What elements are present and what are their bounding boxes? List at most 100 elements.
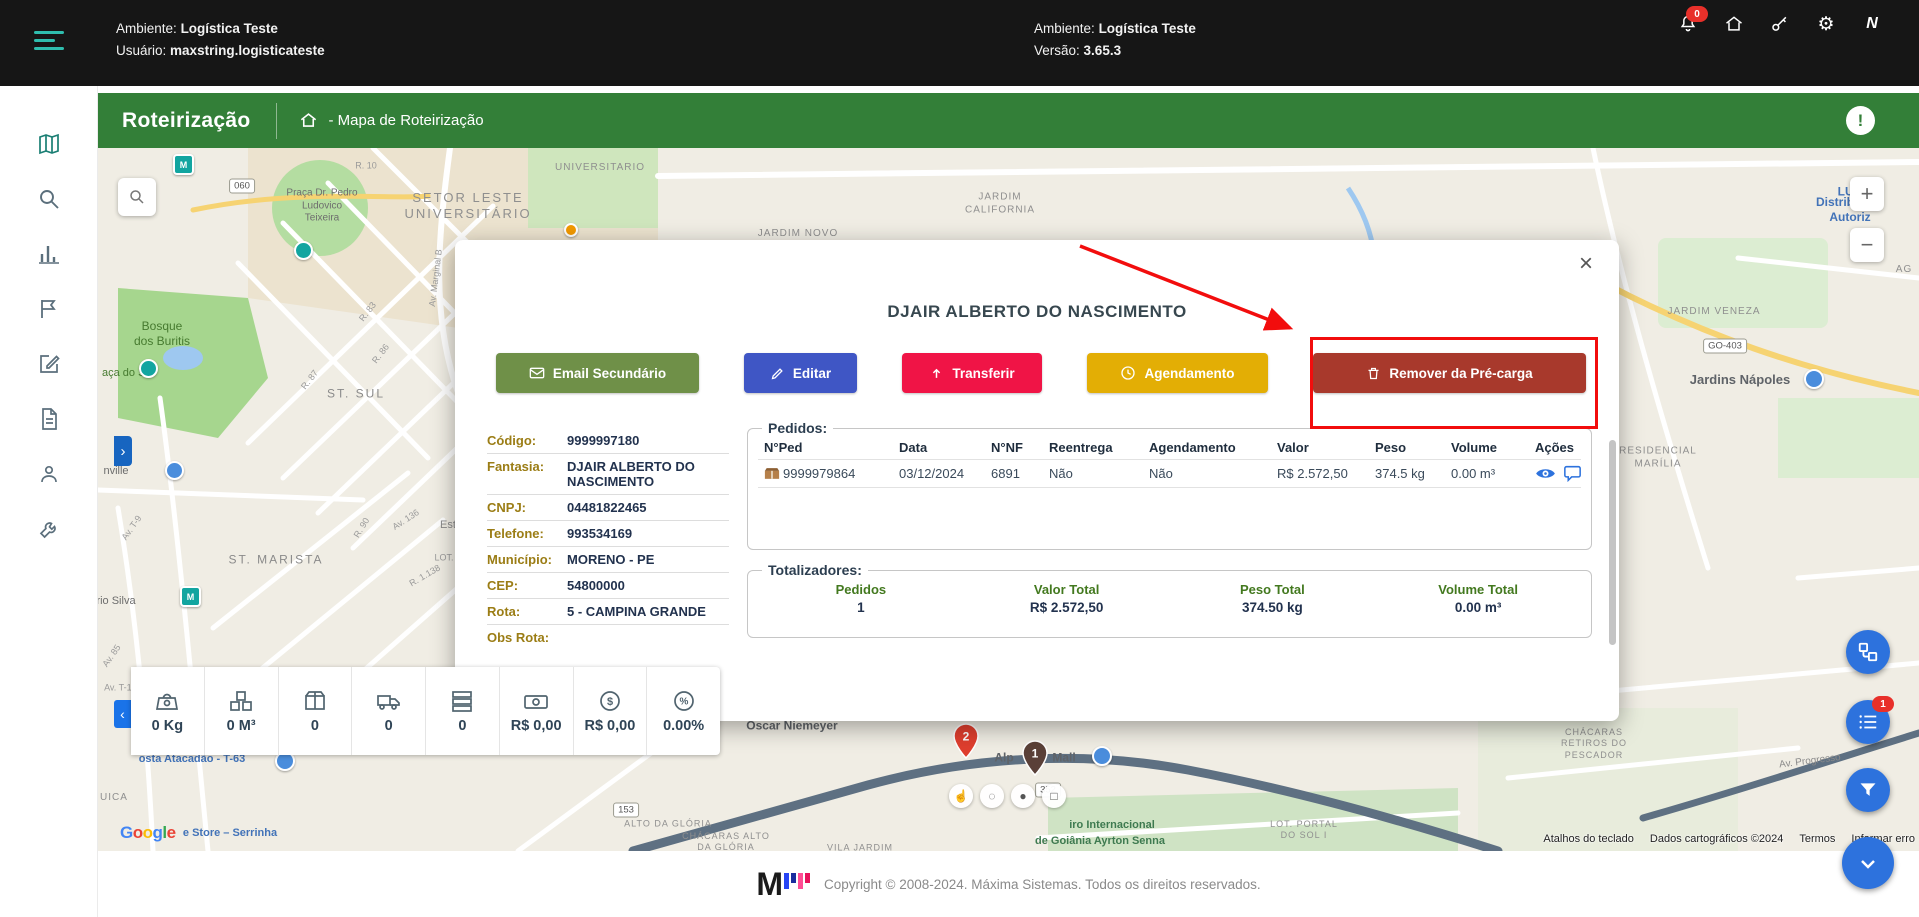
poi-icon[interactable] xyxy=(1804,369,1824,389)
detail-row: Município:MORENO - PE xyxy=(487,547,729,573)
weight-icon xyxy=(154,688,180,714)
close-icon[interactable]: × xyxy=(1579,250,1593,278)
coin-icon: $ xyxy=(597,688,623,714)
metro-station-icon[interactable]: M xyxy=(173,154,194,175)
environment-version-block: Ambiente: Logística Teste Versão: 3.65.3 xyxy=(1034,18,1196,62)
cell-nnf: 6891 xyxy=(985,460,1043,488)
transferir-button[interactable]: Transferir xyxy=(902,353,1042,393)
square-tool[interactable]: □ xyxy=(1042,784,1066,808)
detail-value: 5 - CAMPINA GRANDE xyxy=(567,604,706,619)
agendamento-button[interactable]: Agendamento xyxy=(1087,353,1268,393)
ambiente-label: Ambiente: xyxy=(116,21,177,36)
totalizer-value: 374.50 kg xyxy=(1170,600,1376,615)
scroll-down-button[interactable] xyxy=(1842,837,1894,889)
arrow-up-icon xyxy=(929,366,944,381)
percent-icon: % xyxy=(671,688,697,714)
table-row[interactable]: 9999979864 03/12/2024 6891 Não Não R$ 2.… xyxy=(758,460,1581,488)
sidebar xyxy=(0,86,98,917)
ambiente-label-2: Ambiente: xyxy=(1034,21,1095,36)
detail-value: 54800000 xyxy=(567,578,625,593)
detail-value: DJAIR ALBERTO DO NASCIMENTO xyxy=(567,459,729,489)
notifications-button[interactable]: 0 xyxy=(1676,12,1700,36)
lasso-tool[interactable]: ◌ xyxy=(980,784,1004,808)
sidebar-item-tools[interactable] xyxy=(37,517,61,541)
load-list-badge: 1 xyxy=(1872,696,1894,712)
sidebar-item-edit[interactable] xyxy=(37,352,61,376)
order-comment-icon[interactable] xyxy=(1564,465,1581,482)
map-search-button[interactable] xyxy=(118,178,156,216)
access-key-button[interactable] xyxy=(1768,12,1792,36)
email-secundario-button[interactable]: Email Secundário xyxy=(496,353,699,393)
bill-icon xyxy=(523,688,549,714)
remover-pre-carga-button[interactable]: Remover da Pré-carga xyxy=(1313,353,1586,393)
poi-icon[interactable] xyxy=(564,223,578,237)
cell-valor: R$ 2.572,50 xyxy=(1271,460,1369,488)
sidebar-item-routes[interactable] xyxy=(37,297,61,321)
modal-scrollbar[interactable] xyxy=(1609,440,1616,645)
circle-tool[interactable]: ● xyxy=(1011,784,1035,808)
cell-acoes xyxy=(1529,460,1581,488)
pan-tool[interactable]: ☝ xyxy=(949,784,973,808)
poi-icon[interactable] xyxy=(1092,746,1112,766)
view-order-eye-icon[interactable] xyxy=(1535,466,1556,481)
modal-title: DJAIR ALBERTO DO NASCIMENTO xyxy=(455,302,1619,322)
n-logo-button[interactable]: N xyxy=(1860,12,1884,36)
table-header: Peso xyxy=(1369,436,1445,460)
metro-station-icon[interactable]: M xyxy=(180,586,201,607)
load-list-button[interactable]: 1 xyxy=(1846,700,1890,744)
sidebar-item-documents[interactable] xyxy=(37,407,61,431)
notification-badge: 0 xyxy=(1686,6,1708,22)
home-button[interactable] xyxy=(1722,12,1746,36)
alert-button[interactable]: ! xyxy=(1846,106,1875,135)
zoom-out-button[interactable]: − xyxy=(1850,228,1884,262)
hamburger-menu-icon[interactable] xyxy=(34,31,64,53)
svg-text:$: $ xyxy=(607,696,613,708)
home-icon xyxy=(1724,14,1744,34)
map-attribution-link[interactable]: Dados cartográficos ©2024 xyxy=(1650,833,1783,845)
totalizer-value: 0.00 m³ xyxy=(1375,600,1581,615)
ambiente-value-2: Logística Teste xyxy=(1099,21,1196,36)
settings-button[interactable]: ⚙ xyxy=(1814,12,1838,36)
breadcrumb: - Mapa de Roteirização xyxy=(328,112,483,129)
poi-icon[interactable] xyxy=(165,461,184,480)
map-attribution-link[interactable]: Atalhos do teclado xyxy=(1543,833,1634,845)
sidebar-item-search[interactable] xyxy=(37,187,61,211)
totalizadores-section: Totalizadores: Pedidos1Valor TotalR$ 2.5… xyxy=(747,562,1592,638)
map-pin-1-label: 1 xyxy=(1032,747,1039,761)
detail-value: 04481822465 xyxy=(567,500,647,515)
detail-row: CNPJ:04481822465 xyxy=(487,495,729,521)
editar-button[interactable]: Editar xyxy=(744,353,857,393)
detail-value: 993534169 xyxy=(567,526,632,541)
detail-label: Código: xyxy=(487,433,567,448)
detail-label: Obs Rota: xyxy=(487,630,567,645)
maxima-logo: M xyxy=(756,871,810,897)
zoom-in-button[interactable]: + xyxy=(1850,177,1884,211)
usuario-value: maxstring.logisticateste xyxy=(170,43,325,58)
table-header: Volume xyxy=(1445,436,1529,460)
map-layers-button[interactable] xyxy=(1846,630,1890,674)
map-attribution-link[interactable]: Termos xyxy=(1799,833,1835,845)
versao-value: 3.65.3 xyxy=(1084,43,1122,58)
sidebar-item-reports[interactable] xyxy=(37,242,61,266)
totalizer: Peso Total374.50 kg xyxy=(1170,582,1376,615)
package-icon xyxy=(302,688,328,714)
detail-value: 9999997180 xyxy=(567,433,639,448)
transit-stop-icon[interactable] xyxy=(139,359,158,378)
map-pin-1[interactable]: 1 xyxy=(1022,740,1048,776)
footer: M Copyright © 2008-2024. Máxima Sistemas… xyxy=(98,851,1919,917)
envelope-icon xyxy=(529,365,545,381)
breadcrumb-home-icon[interactable] xyxy=(299,111,318,130)
ambiente-value: Logística Teste xyxy=(181,21,278,36)
filter-button[interactable] xyxy=(1846,768,1890,812)
map-pin-2[interactable]: 2 xyxy=(953,723,979,759)
transit-stop-icon[interactable] xyxy=(294,241,313,260)
google-logo: Google xyxy=(120,823,176,843)
stats-collapse-button[interactable]: ‹ xyxy=(114,700,131,728)
panel-expand-button[interactable]: › xyxy=(114,436,132,466)
sidebar-item-clients[interactable] xyxy=(37,462,61,486)
versao-label: Versão: xyxy=(1034,43,1080,58)
totalizer-value: 1 xyxy=(758,600,964,615)
sidebar-item-map[interactable] xyxy=(37,132,61,156)
list-icon xyxy=(1857,711,1879,733)
usuario-label: Usuário: xyxy=(116,43,166,58)
